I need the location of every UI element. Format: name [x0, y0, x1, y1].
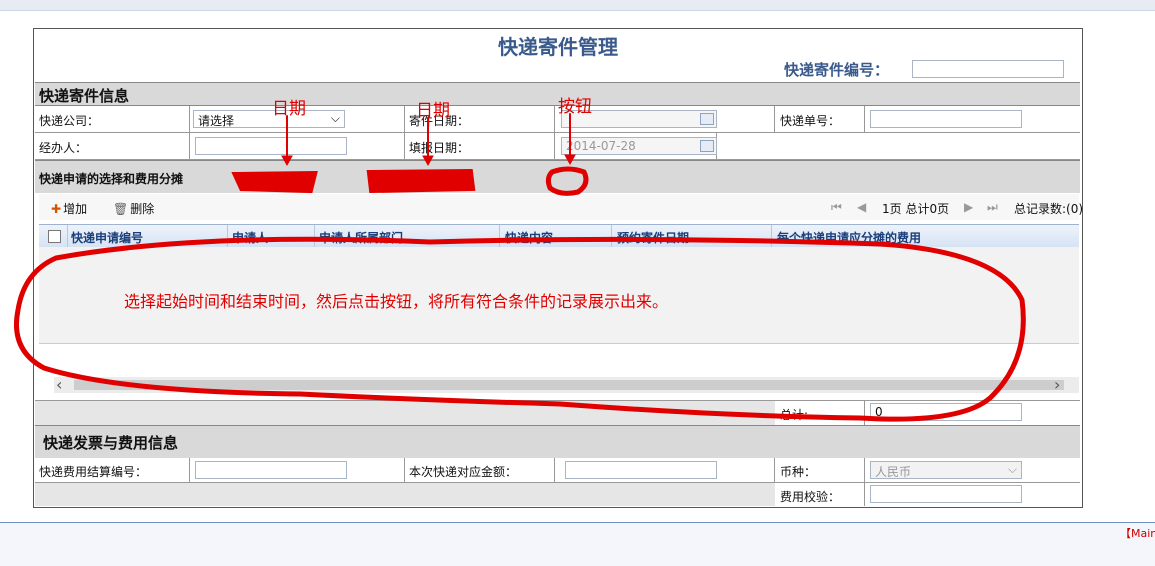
button-scribble	[545, 166, 589, 196]
red-annotation-strokes	[14, 113, 1026, 422]
date1-scribble	[231, 170, 318, 194]
arrow-head-date2	[422, 155, 434, 167]
date2-scribble	[366, 168, 476, 194]
arrow-head-date1	[281, 155, 293, 167]
arrow-head-button	[564, 154, 576, 166]
description-ellipse	[14, 236, 1026, 422]
